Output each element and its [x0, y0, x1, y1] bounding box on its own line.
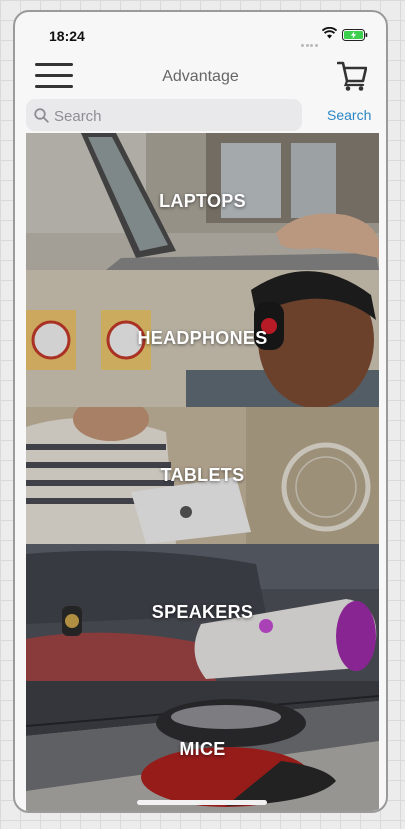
- search-input[interactable]: [52, 101, 300, 131]
- search-row: Search: [15, 96, 386, 132]
- search-icon: [34, 108, 49, 123]
- category-label: LAPTOPS: [159, 191, 246, 211]
- category-label: HEADPHONES: [137, 328, 268, 348]
- cart-icon[interactable]: [337, 60, 367, 92]
- battery-charging-icon: [342, 29, 368, 41]
- category-mice[interactable]: MICE: [26, 681, 379, 811]
- category-speakers[interactable]: SPEAKERS: [26, 544, 379, 681]
- phone-frame: 18:24 Advantage Search Search LAPTOPS HE…: [13, 10, 388, 813]
- category-headphones[interactable]: HEADPHONES: [26, 270, 379, 407]
- cellular-signal-icon: [301, 34, 319, 52]
- category-tablets[interactable]: TABLETS: [26, 407, 379, 544]
- status-bar: 18:24: [15, 12, 386, 60]
- category-label: MICE: [179, 739, 226, 759]
- category-label: TABLETS: [160, 465, 245, 485]
- nav-bar: Advantage: [15, 60, 386, 96]
- page-title: Advantage: [162, 68, 239, 85]
- status-time: 18:24: [49, 28, 85, 44]
- search-field[interactable]: [26, 99, 302, 131]
- category-laptops[interactable]: LAPTOPS: [26, 133, 379, 270]
- category-list: LAPTOPS HEADPHONES TABLETS SPEAKERS MICE: [26, 133, 379, 811]
- home-indicator: [137, 800, 267, 805]
- category-label: SPEAKERS: [151, 602, 254, 622]
- search-button[interactable]: Search: [327, 107, 371, 123]
- wifi-icon: [322, 27, 337, 39]
